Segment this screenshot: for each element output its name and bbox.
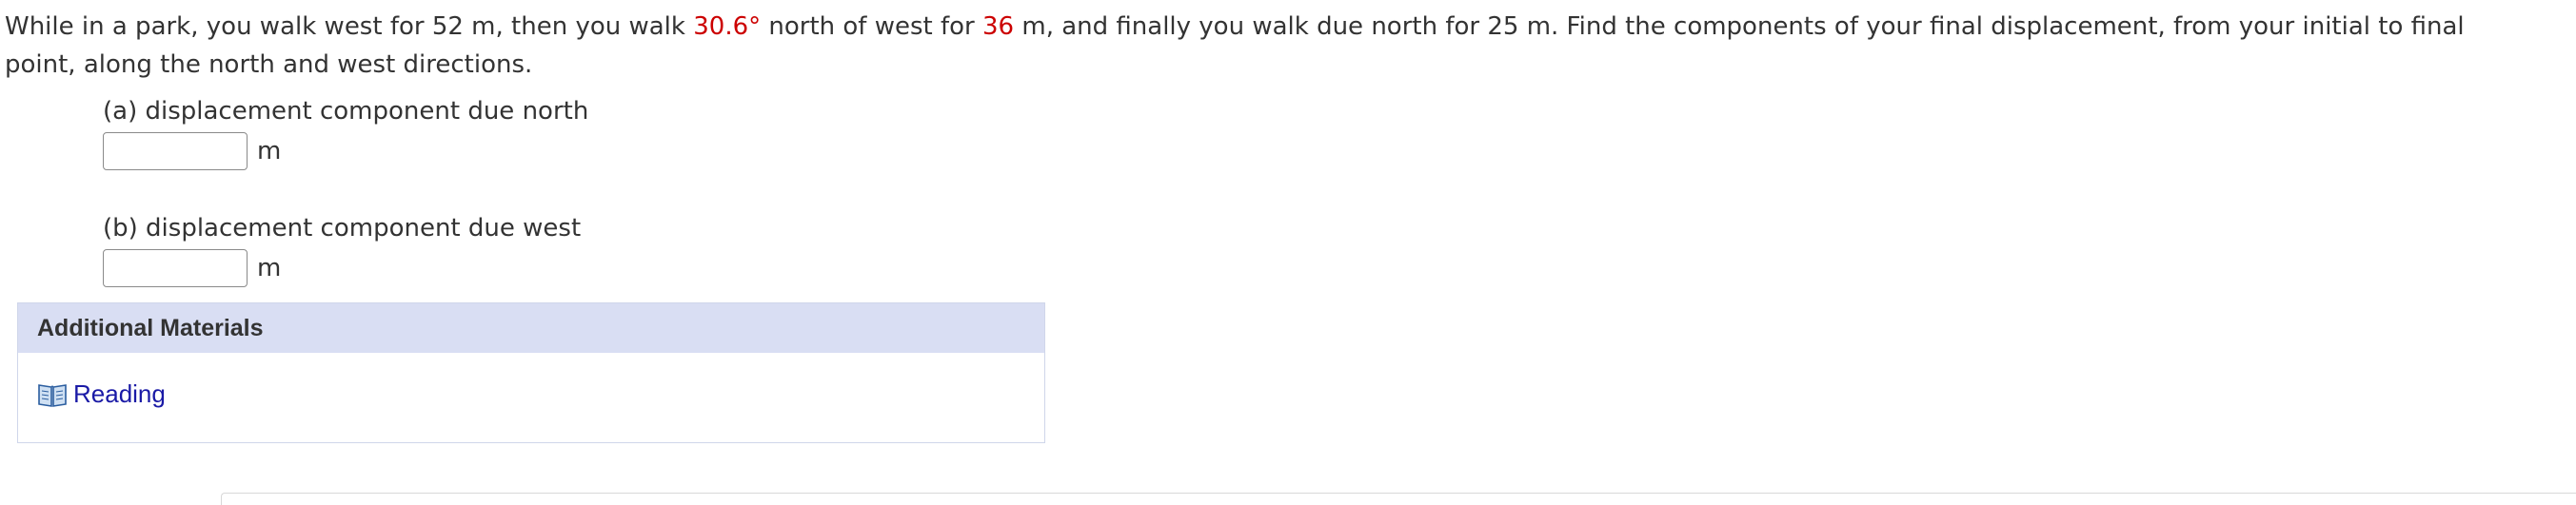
book-icon: [38, 383, 67, 407]
part-b-label: (b) displacement component due west: [103, 214, 582, 243]
part-a-unit: m: [257, 137, 282, 165]
part-b-input[interactable]: [103, 249, 248, 287]
additional-materials-body: Reading: [18, 353, 1044, 409]
bottom-divider: [221, 493, 2576, 505]
distance-value: 36: [982, 12, 1015, 41]
part-a-answer-row: m: [103, 132, 281, 170]
angle-value: 30.6°: [693, 12, 762, 41]
problem-statement: While in a park, you walk west for 52 m,…: [5, 8, 2537, 84]
additional-materials-panel: Additional Materials Reading: [17, 302, 1045, 443]
problem-text-1: While in a park, you walk west for 52 m,…: [5, 12, 694, 41]
additional-materials-header: Additional Materials: [18, 303, 1044, 353]
part-a-input[interactable]: [103, 132, 248, 170]
reading-link[interactable]: Reading: [73, 379, 166, 409]
part-b-unit: m: [257, 254, 282, 282]
problem-text-2: north of west for: [761, 12, 983, 41]
part-a-label: (a) displacement component due north: [103, 97, 589, 126]
part-b-answer-row: m: [103, 249, 281, 287]
